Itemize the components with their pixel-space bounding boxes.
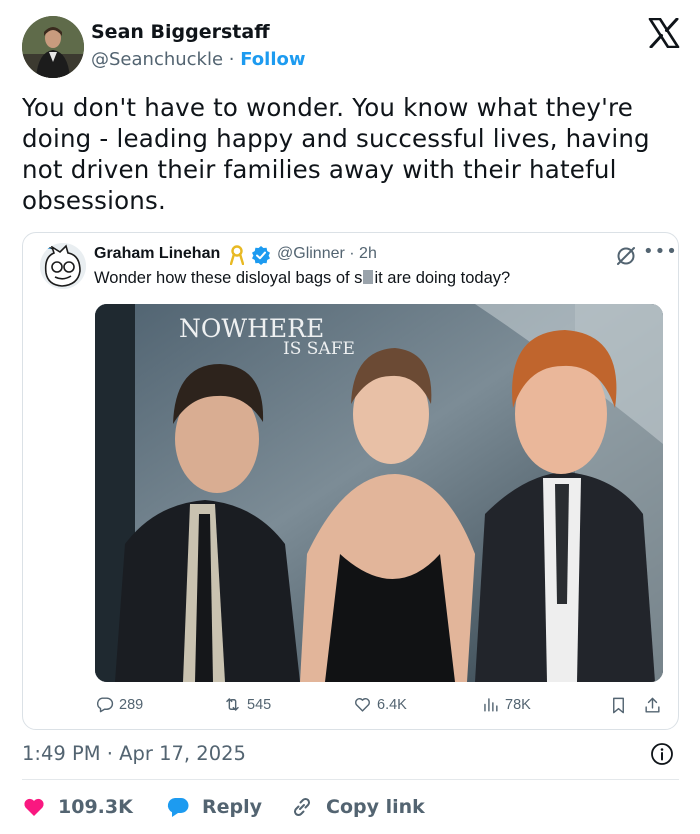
x-logo-icon[interactable]	[648, 18, 680, 48]
link-icon	[293, 797, 311, 817]
repost-count[interactable]: 545	[223, 695, 271, 714]
quoted-tweet-actions: 289 545 6.4K 78K	[23, 691, 678, 721]
post-header: Sean Biggerstaff @Seanchuckle · Follow	[22, 16, 682, 80]
like-count-value: 6.4K	[377, 696, 407, 713]
info-icon[interactable]	[650, 742, 674, 766]
divider	[22, 779, 679, 780]
reply-button[interactable]: Reply	[166, 795, 262, 819]
share-icon[interactable]	[643, 696, 662, 715]
poster-subtitle: IS SAFE	[283, 339, 355, 359]
reply-count-value: 289	[119, 696, 144, 713]
view-count[interactable]: 78K	[481, 695, 531, 714]
author-meta: @Seanchuckle · Follow	[91, 49, 306, 70]
verified-badge-icon	[252, 246, 270, 265]
like-count[interactable]: 6.4K	[353, 695, 407, 714]
copy-link-label: Copy link	[326, 796, 425, 818]
post-timestamp[interactable]: 1:49 PM · Apr 17, 2025	[22, 742, 246, 765]
repost-count-value: 545	[247, 696, 272, 713]
quoted-text-after: it are doing today?	[374, 269, 511, 287]
follow-button[interactable]: Follow	[240, 49, 305, 70]
quoted-text-before: Wonder how these disloyal bags of s	[94, 269, 363, 287]
quoted-handle-time[interactable]: @Glinner · 2h	[277, 245, 377, 263]
tweet-text: You don't have to wonder. You know what …	[22, 93, 650, 215]
reply-count[interactable]: 289	[95, 695, 143, 714]
reply-icon	[96, 697, 114, 713]
author-avatar[interactable]	[22, 16, 84, 78]
views-icon	[484, 698, 498, 712]
quoted-tweet-photo[interactable]: NOWHERE IS SAFE	[95, 304, 663, 682]
view-count-value: 78K	[505, 696, 531, 713]
like-total: 109.3K	[58, 796, 133, 818]
reply-bubble-icon	[167, 798, 189, 817]
quoted-tweet-text: Wonder how these disloyal bags of s it ar…	[94, 269, 510, 288]
quoted-author-name[interactable]: Graham Linehan	[94, 245, 220, 263]
ribbon-icon	[230, 245, 244, 265]
quoted-tweet[interactable]: Graham Linehan @Glinner · 2h ••• Wonder …	[22, 232, 679, 730]
repost-icon	[226, 698, 239, 711]
grok-icon[interactable]	[615, 245, 637, 267]
post-footer-actions: 109.3K Reply Copy link	[22, 792, 682, 822]
heart-filled-icon	[24, 798, 44, 816]
author-handle[interactable]: @Seanchuckle	[91, 49, 223, 70]
meta-separator: ·	[223, 49, 241, 70]
like-button[interactable]: 109.3K	[22, 795, 133, 819]
bookmark-icon[interactable]	[609, 696, 628, 715]
reply-label: Reply	[202, 796, 263, 818]
quoted-author-avatar[interactable]	[40, 243, 86, 289]
copy-link-button[interactable]: Copy link	[290, 795, 425, 819]
heart-outline-icon	[355, 698, 370, 712]
author-name[interactable]: Sean Biggerstaff	[91, 21, 270, 43]
redaction-mark	[363, 270, 374, 284]
more-options-icon[interactable]: •••	[643, 241, 678, 262]
